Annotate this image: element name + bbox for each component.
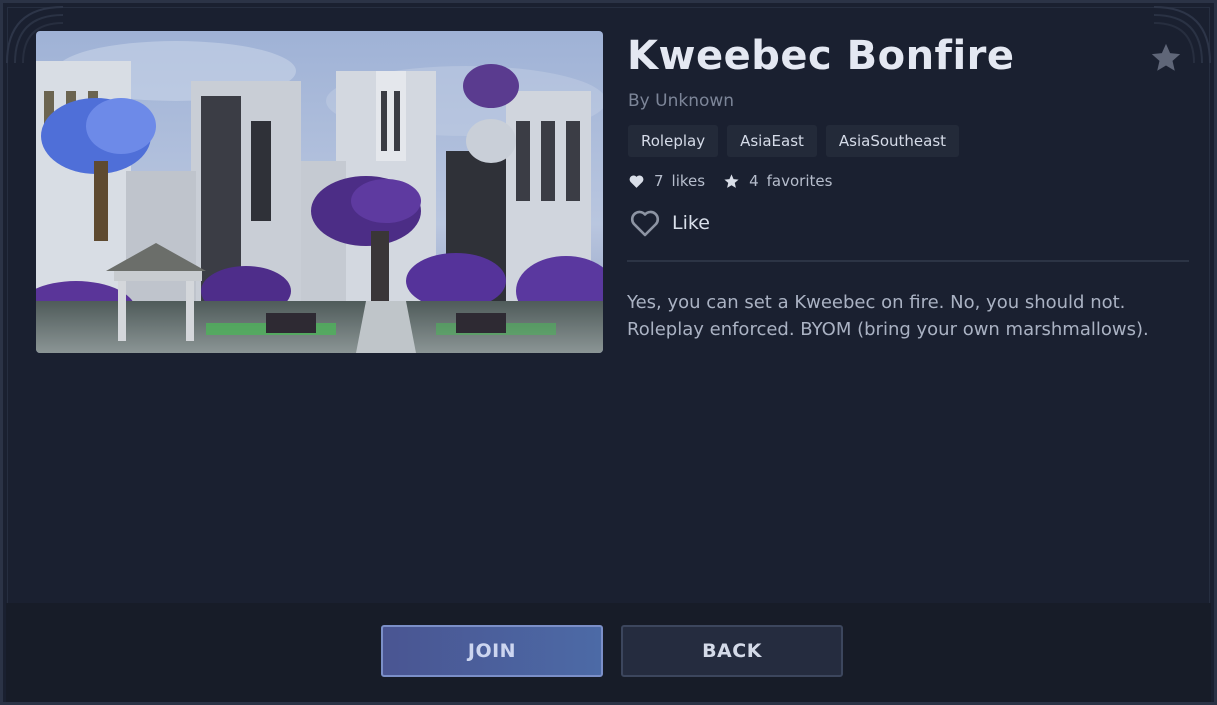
favorites-label: favorites: [766, 172, 833, 190]
tag-asiasoutheast[interactable]: AsiaSoutheast: [825, 125, 960, 157]
server-thumbnail: [36, 31, 603, 353]
back-button[interactable]: BACK: [621, 625, 843, 677]
join-button[interactable]: JOIN: [381, 625, 603, 677]
favorites-count: 4: [749, 172, 759, 190]
server-author: By Unknown: [628, 91, 735, 111]
server-description: Yes, you can set a Kweebec on fire. No, …: [627, 292, 1149, 340]
tag-list: Roleplay AsiaEast AsiaSoutheast: [628, 125, 960, 157]
divider: [627, 260, 1189, 262]
heart-outline-icon: [631, 210, 659, 237]
footer-bar: [6, 603, 1211, 702]
likes-stat: 7 likes: [628, 172, 705, 190]
likes-count: 7: [654, 172, 664, 190]
star-icon: [724, 173, 739, 188]
favorites-stat: 4 favorites: [723, 172, 832, 190]
server-stats: 7 likes 4 favorites: [628, 172, 850, 190]
server-title: Kweebec Bonfire: [627, 33, 1015, 79]
like-button[interactable]: Like: [629, 208, 710, 238]
tag-asiaeast[interactable]: AsiaEast: [727, 125, 817, 157]
tag-roleplay[interactable]: Roleplay: [628, 125, 719, 157]
server-details-window: Kweebec Bonfire By Unknown Roleplay Asia…: [0, 0, 1217, 705]
heart-icon: [629, 174, 644, 188]
likes-label: likes: [671, 172, 706, 190]
like-button-label: Like: [672, 212, 710, 234]
favorite-star-icon[interactable]: [1149, 41, 1183, 75]
